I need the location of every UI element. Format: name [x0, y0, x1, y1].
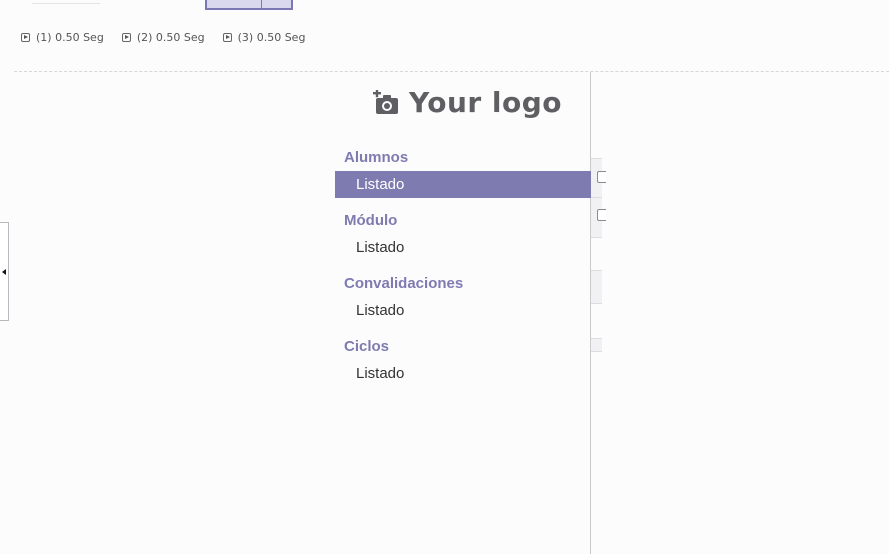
play-icon: [222, 33, 232, 42]
play-icon: [121, 33, 131, 42]
menu-heading-modulo: Módulo: [344, 212, 398, 229]
step-2-label: (2) 0.50 Seg: [136, 31, 205, 44]
add-photo-icon: [373, 89, 398, 114]
step-timings: (1) 0.50 Seg (2) 0.50 Seg (3) 0.50 Seg: [21, 31, 305, 44]
top-slide-thumbnail[interactable]: [205, 0, 293, 10]
menu-item-alumnos-listado[interactable]: Listado: [335, 171, 591, 198]
content-row-peek: [591, 198, 606, 238]
thumbnail-divider: [261, 0, 262, 8]
content-row-peek: [591, 338, 602, 352]
row-checkbox[interactable]: [597, 209, 606, 221]
logo: Your logo: [373, 86, 562, 119]
menu-section-modulo: Módulo Listado: [335, 207, 591, 261]
step-3[interactable]: (3) 0.50 Seg: [222, 31, 306, 44]
sidebar-menu: Alumnos Listado Módulo Listado Convalida…: [335, 144, 591, 396]
collapse-handle[interactable]: [0, 222, 9, 321]
menu-section-alumnos: Alumnos Listado: [335, 144, 591, 198]
menu-item-ciclos-listado[interactable]: Listado: [335, 360, 591, 387]
top-thumbnail-line: [32, 3, 100, 4]
menu-heading-alumnos: Alumnos: [344, 149, 409, 166]
step-1-label: (1) 0.50 Seg: [36, 31, 104, 44]
menu-item-convalidaciones-listado[interactable]: Listado: [335, 297, 591, 324]
step-3-label: (3) 0.50 Seg: [237, 31, 306, 44]
menu-item-modulo-listado[interactable]: Listado: [335, 234, 591, 261]
menu-section-ciclos: Ciclos Listado: [335, 333, 591, 387]
logo-text: Your logo: [409, 86, 563, 119]
play-icon: [21, 33, 30, 42]
menu-section-convalidaciones: Convalidaciones Listado: [335, 270, 591, 324]
menu-heading-convalidaciones: Convalidaciones: [344, 275, 464, 292]
step-2[interactable]: (2) 0.50 Seg: [121, 31, 205, 44]
content-row-peek: [591, 270, 602, 304]
menu-heading-ciclos: Ciclos: [344, 338, 390, 355]
row-checkbox[interactable]: [597, 171, 606, 183]
step-1[interactable]: (1) 0.50 Seg: [21, 31, 104, 44]
content-row-peek: [591, 158, 606, 198]
dashed-separator: [14, 71, 889, 72]
